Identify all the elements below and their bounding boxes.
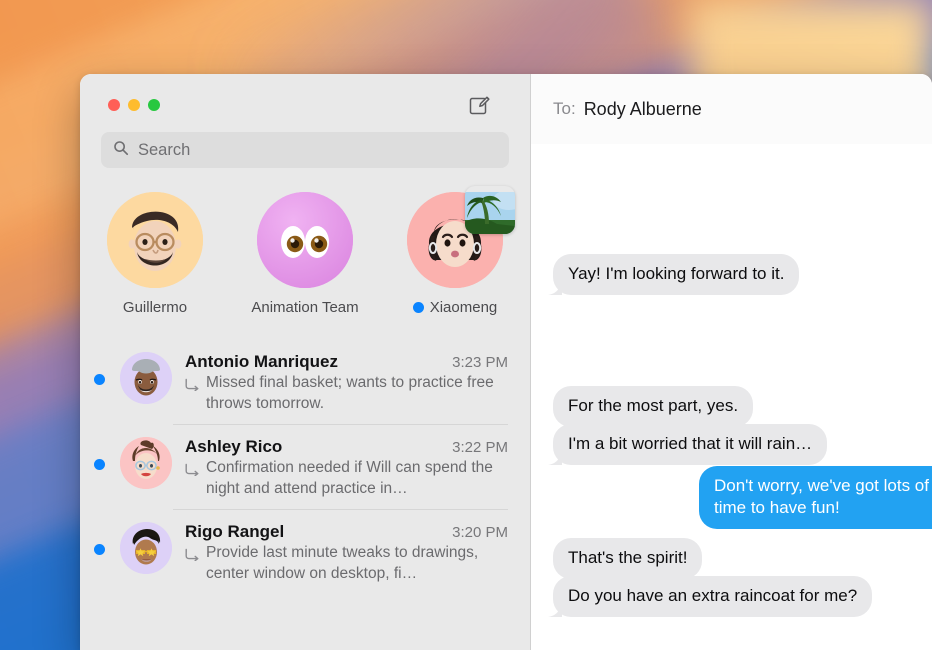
conversation-name: Rigo Rangel <box>185 522 285 542</box>
conversation-text: Antonio Manriquez 3:23 PM Missed final b… <box>185 352 508 414</box>
avatar <box>107 192 203 288</box>
message-text: That's the spirit! <box>568 548 688 567</box>
pinned-item-label: Guillermo <box>122 299 188 316</box>
conversation-preview-text: Provide last minute tweaks to drawings, … <box>206 544 479 583</box>
search-input[interactable]: Search <box>101 132 509 168</box>
message-text: Yay! I'm looking forward to it. <box>568 264 785 283</box>
pinned-conversations: Guillermo Animation Team Xiaomeng <box>80 168 530 316</box>
unread-indicator <box>94 544 105 556</box>
avatar <box>120 352 172 404</box>
to-label: To: <box>553 99 576 118</box>
minimize-button[interactable] <box>128 99 140 111</box>
sidebar: Search Guillermo Animation Team Xiaomeng… <box>80 74 531 650</box>
conversation-list: Antonio Manriquez 3:23 PM Missed final b… <box>80 340 530 650</box>
message-bubble-incoming[interactable]: Yay! I'm looking forward to it. <box>548 254 800 296</box>
message-bubble-incoming[interactable]: That's the spirit! <box>553 538 703 579</box>
message-pane: To: Rody Albuerne Yay! I'm looking forwa… <box>531 74 932 650</box>
pinned-item-guillermo[interactable]: Guillermo <box>82 192 228 316</box>
photo-thumbnail <box>465 186 515 234</box>
avatar <box>407 190 515 288</box>
message-text: I'm a bit worried that it will rain… <box>568 434 813 453</box>
thread-header: To: Rody Albuerne <box>531 74 932 144</box>
reply-arrow-icon <box>185 543 201 584</box>
message-text: For the most part, yes. <box>568 396 739 415</box>
avatar <box>120 437 172 490</box>
avatar <box>120 522 172 575</box>
recipient-name[interactable]: Rody Albuerne <box>584 99 702 120</box>
conversation-time: 3:20 PM <box>452 524 508 542</box>
unread-column <box>94 437 120 471</box>
conversation-row-rigo[interactable]: Rigo Rangel 3:20 PM Provide last minute … <box>80 510 530 594</box>
message-thread: Yay! I'm looking forward to it. For the … <box>531 144 932 650</box>
conversation-time: 3:22 PM <box>452 439 508 457</box>
bubble-tail-icon <box>548 280 562 296</box>
conversation-preview: Provide last minute tweaks to drawings, … <box>185 543 508 584</box>
messages-window: Search Guillermo Animation Team Xiaomeng… <box>80 74 932 650</box>
conversation-row-ashley[interactable]: Ashley Rico 3:22 PM Confirmation needed … <box>80 425 530 509</box>
conversation-text: Rigo Rangel 3:20 PM Provide last minute … <box>185 522 508 584</box>
pinned-item-xiaomeng[interactable]: Xiaomeng <box>382 190 528 316</box>
message-bubble-incoming[interactable]: I'm a bit worried that it will rain… <box>548 424 828 466</box>
unread-column <box>94 522 120 556</box>
reply-arrow-icon <box>185 458 201 499</box>
pinned-item-label-wrap: Animation Team <box>251 299 358 316</box>
message-bubble-incoming[interactable]: For the most part, yes. <box>553 386 754 427</box>
conversation-name: Ashley Rico <box>185 437 283 457</box>
pinned-item-label-wrap: Guillermo <box>123 299 187 316</box>
desktop-wallpaper: Search Guillermo Animation Team Xiaomeng… <box>0 0 932 650</box>
reply-arrow-icon <box>185 373 201 414</box>
close-button[interactable] <box>108 99 120 111</box>
unread-column <box>94 352 120 385</box>
message-text: Do you have an extra raincoat for me? <box>568 586 858 605</box>
search-placeholder: Search <box>138 140 191 159</box>
conversation-top-row: Ashley Rico 3:22 PM <box>185 437 508 457</box>
conversation-preview: Confirmation needed if Will can spend th… <box>185 458 508 499</box>
conversation-preview-text: Missed final basket; wants to practice f… <box>206 374 494 412</box>
conversation-time: 3:23 PM <box>452 354 508 371</box>
unread-indicator <box>412 302 424 313</box>
conversation-name: Antonio Manriquez <box>185 352 338 371</box>
unread-indicator <box>94 459 105 471</box>
bubble-tail-icon <box>548 450 562 466</box>
compose-icon[interactable] <box>468 94 492 118</box>
conversation-top-row: Rigo Rangel 3:20 PM <box>185 522 508 542</box>
pinned-item-label: Xiaomeng <box>429 299 498 316</box>
message-text: Don't worry, we've got lots of time to h… <box>714 476 929 517</box>
search-icon <box>113 140 129 161</box>
conversation-row-antonio[interactable]: Antonio Manriquez 3:23 PM Missed final b… <box>80 340 530 424</box>
avatar <box>257 192 353 288</box>
conversation-preview: Missed final basket; wants to practice f… <box>185 373 508 414</box>
pinned-item-label: Animation Team <box>251 299 359 316</box>
unread-indicator <box>94 374 105 385</box>
conversation-text: Ashley Rico 3:22 PM Confirmation needed … <box>185 437 508 499</box>
traffic-lights <box>108 99 160 111</box>
message-bubble-outgoing[interactable]: Don't worry, we've got lots of time to h… <box>699 466 932 529</box>
bubble-tail-icon <box>548 602 562 618</box>
zoom-button[interactable] <box>148 99 160 111</box>
message-bubble-incoming[interactable]: Do you have an extra raincoat for me? <box>548 576 873 618</box>
pinned-item-animation-team[interactable]: Animation Team <box>232 192 378 316</box>
conversation-preview-text: Confirmation needed if Will can spend th… <box>206 459 493 497</box>
window-titlebar <box>80 74 530 132</box>
conversation-top-row: Antonio Manriquez 3:23 PM <box>185 352 508 372</box>
search-container: Search <box>80 132 530 168</box>
pinned-item-label-wrap: Xiaomeng <box>412 299 498 316</box>
